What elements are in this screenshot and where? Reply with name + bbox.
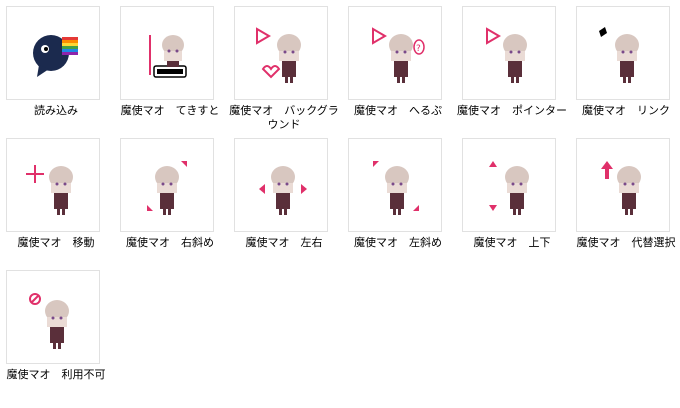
file-name: 魔使マオ 利用不可 bbox=[6, 368, 106, 381]
help-cursor-icon: ? bbox=[372, 27, 425, 83]
file-name: 魔使マオ 上下 bbox=[473, 236, 551, 249]
unavailable-cursor-icon bbox=[29, 293, 69, 349]
file-name: 魔使マオ へるぷ bbox=[354, 104, 442, 117]
chibi-character bbox=[155, 166, 179, 215]
pointer-cursor-icon bbox=[486, 27, 527, 83]
file-thumbnail[interactable] bbox=[234, 138, 328, 232]
chibi-character bbox=[615, 34, 639, 83]
file-thumbnail[interactable] bbox=[462, 6, 556, 100]
chibi-character bbox=[503, 34, 527, 83]
chibi-character bbox=[162, 35, 184, 67]
chibi-character bbox=[49, 166, 73, 215]
link-cursor-icon bbox=[599, 27, 639, 83]
file-thumbnail[interactable]: ? bbox=[348, 6, 442, 100]
move-cursor-icon bbox=[26, 165, 73, 215]
chibi-character bbox=[45, 300, 69, 349]
chibi-character bbox=[385, 166, 409, 215]
chibi-character bbox=[617, 166, 641, 215]
file-name: 魔使マオ 左斜め bbox=[354, 236, 442, 249]
file-name: 魔使マオ 右斜め bbox=[126, 236, 214, 249]
text-cursor-icon bbox=[149, 35, 187, 78]
svg-text:?: ? bbox=[416, 44, 421, 54]
file-name: 魔使マオ リンク bbox=[582, 104, 670, 117]
resize-diagonal-left-icon bbox=[373, 161, 419, 215]
file-name: 魔使マオ ポインター bbox=[457, 104, 567, 117]
chibi-character bbox=[277, 34, 301, 83]
file-thumbnail[interactable] bbox=[120, 138, 214, 232]
chibi-character bbox=[271, 166, 295, 215]
chibi-character bbox=[389, 34, 413, 83]
file-name: 魔使マオ バックグラウンド bbox=[229, 104, 339, 131]
file-thumbnail[interactable] bbox=[462, 138, 556, 232]
chibi-character bbox=[505, 166, 529, 215]
file-thumbnail[interactable] bbox=[6, 6, 100, 100]
resize-vertical-icon bbox=[489, 161, 529, 215]
file-thumbnail[interactable] bbox=[234, 6, 328, 100]
file-thumbnail[interactable] bbox=[576, 6, 670, 100]
background-busy-cursor-icon bbox=[256, 27, 301, 83]
file-grid: 読み込み 魔使マオ てきすと 魔使マオ バックグラウンド ? 魔使マオ へるぷ … bbox=[0, 0, 680, 408]
file-thumbnail[interactable] bbox=[120, 6, 214, 100]
alternate-select-icon bbox=[601, 161, 641, 215]
file-thumbnail[interactable] bbox=[576, 138, 670, 232]
file-thumbnail[interactable] bbox=[6, 138, 100, 232]
bird-rainbow-icon bbox=[33, 35, 78, 77]
file-thumbnail[interactable] bbox=[6, 270, 100, 364]
file-name: 魔使マオ 左右 bbox=[245, 236, 323, 249]
file-name: 魔使マオ てきすと bbox=[120, 104, 220, 117]
file-name: 魔使マオ 移動 bbox=[17, 236, 95, 249]
resize-horizontal-icon bbox=[259, 166, 307, 215]
resize-diagonal-right-icon bbox=[147, 161, 187, 215]
file-name: 魔使マオ 代替選択 bbox=[576, 236, 676, 249]
file-name: 読み込み bbox=[34, 104, 78, 117]
file-thumbnail[interactable] bbox=[348, 138, 442, 232]
